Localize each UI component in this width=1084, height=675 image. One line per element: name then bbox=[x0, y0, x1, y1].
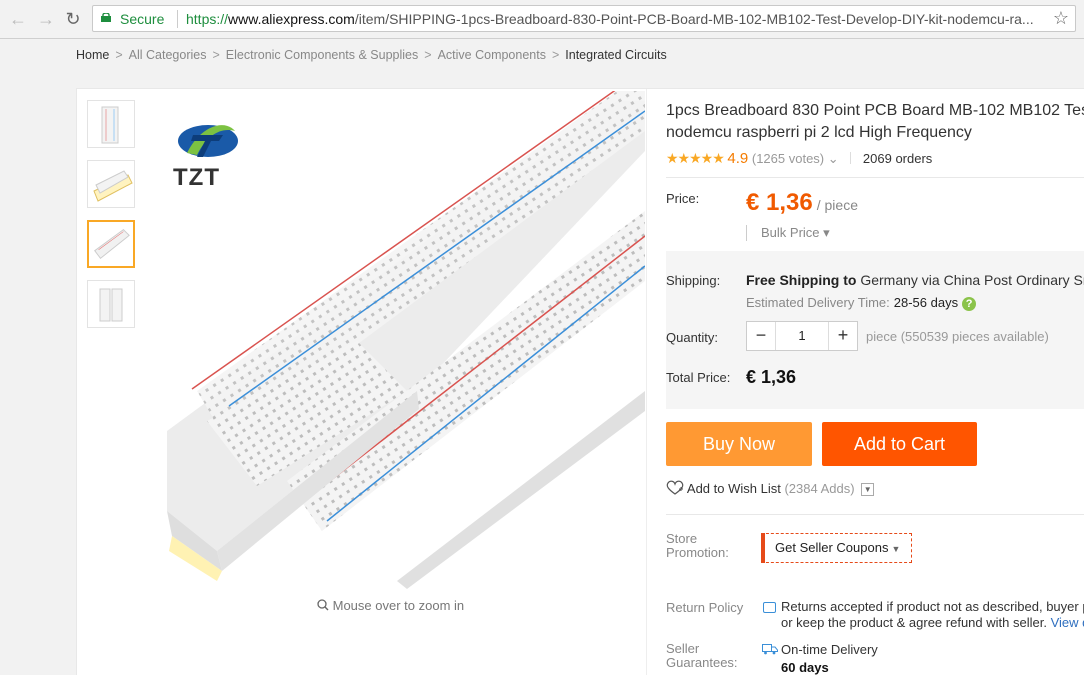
help-icon[interactable]: ? bbox=[962, 296, 977, 311]
product-info: 1pcs Breadboard 830 Point PCB Board MB-1… bbox=[666, 89, 1084, 675]
store-promotion-label: Store Promotion: bbox=[666, 531, 729, 560]
rating-row: ★★★★★ 4.9 (1265 votes) ⌄ 2069 orders bbox=[666, 150, 932, 167]
decrease-quantity-button[interactable]: − bbox=[747, 322, 775, 350]
breadboard-thumb-icon bbox=[101, 106, 119, 144]
total-price-value: € 1,36 bbox=[746, 367, 797, 387]
brand-text: TZT bbox=[173, 164, 220, 191]
truck-icon bbox=[762, 644, 778, 655]
panel-divider bbox=[646, 89, 647, 675]
breadcrumb-home[interactable]: Home bbox=[76, 48, 109, 62]
wish-list-count: (2384 Adds) bbox=[784, 481, 855, 496]
seller-guarantees: On-time Delivery 60 days bbox=[781, 641, 878, 675]
brand-logo: TZT bbox=[173, 121, 243, 192]
rating-divider bbox=[850, 152, 852, 164]
price-unit: / piece bbox=[816, 197, 858, 213]
guarantee-title: On-time Delivery bbox=[781, 642, 878, 657]
breadcrumb-all-categories[interactable]: All Categories bbox=[129, 48, 207, 62]
seller-guarantees-label: Seller Guarantees: bbox=[666, 641, 738, 670]
thumbnail-4[interactable] bbox=[87, 280, 135, 328]
product-title-line1: 1pcs Breadboard 830 Point PCB Board MB-1… bbox=[666, 102, 1084, 119]
breadboard-thumb-icon bbox=[99, 288, 123, 322]
product-title-line2: nodemcu raspberri pi 2 lcd High Frequenc… bbox=[666, 124, 972, 141]
secure-label: Secure bbox=[120, 11, 165, 27]
total-price-label: Total Price: bbox=[666, 370, 731, 385]
price-value: € 1,36/ piece bbox=[746, 189, 858, 216]
caret-down-icon: ▼ bbox=[891, 544, 901, 554]
product-title: 1pcs Breadboard 830 Point PCB Board MB-1… bbox=[666, 100, 1084, 144]
orders-count[interactable]: 2069 orders bbox=[863, 151, 932, 166]
thumbnail-1[interactable] bbox=[87, 100, 135, 148]
estimated-delivery: Estimated Delivery Time: 28-56 days? bbox=[746, 295, 977, 311]
wish-list[interactable]: Add to Wish List (2384 Adds) ▼ bbox=[666, 480, 875, 497]
tzt-logo-icon bbox=[178, 125, 238, 157]
breadcrumb-current[interactable]: Integrated Circuits bbox=[565, 48, 666, 62]
url-text[interactable]: https://www.aliexpress.com/item/SHIPPING… bbox=[177, 11, 1043, 27]
zoom-hint: Mouse over to zoom in bbox=[317, 598, 464, 613]
browser-toolbar: ← → ↻ Secure https://www.aliexpress.com/… bbox=[0, 0, 1084, 39]
increase-quantity-button[interactable]: + bbox=[829, 322, 857, 350]
shipping-destination: Germany via China Post Ordinary Small Pa… bbox=[860, 272, 1084, 288]
shipping-info[interactable]: Free Shipping to Germany via China Post … bbox=[746, 272, 1084, 288]
thumbnail-3[interactable] bbox=[87, 220, 135, 268]
magnifier-icon bbox=[317, 599, 329, 611]
votes-count[interactable]: (1265 votes) bbox=[752, 151, 824, 166]
reload-icon[interactable]: ↻ bbox=[63, 9, 83, 29]
url-path: /item/SHIPPING-1pcs-Breadboard-830-Point… bbox=[354, 11, 1034, 27]
lock-icon bbox=[101, 13, 111, 22]
delivery-days: 28-56 days bbox=[893, 295, 959, 310]
breadcrumb: Home > All Categories > Electronic Component… bbox=[76, 48, 667, 62]
breadcrumb-electronic-components[interactable]: Electronic Components & Supplies bbox=[226, 48, 418, 62]
rating-stars-icon: ★★★★★ bbox=[666, 150, 725, 166]
breadcrumb-active-components[interactable]: Active Components bbox=[438, 48, 546, 62]
back-arrow-icon[interactable]: ← bbox=[8, 9, 28, 29]
quantity-stepper: − 1 + bbox=[746, 321, 858, 351]
zoom-hint-text: Mouse over to zoom in bbox=[332, 598, 465, 613]
url-domain: www.aliexpress.com bbox=[228, 11, 355, 27]
main-product-image[interactable]: TZT bbox=[147, 91, 645, 589]
bulk-price-dropdown[interactable]: Bulk Price ▾ bbox=[746, 225, 830, 241]
return-policy-icon bbox=[763, 602, 776, 613]
guarantee-days: 60 days bbox=[781, 660, 829, 675]
return-policy-label: Return Policy bbox=[666, 600, 744, 615]
forward-arrow-icon[interactable]: → bbox=[36, 9, 56, 29]
buy-now-button[interactable]: Buy Now bbox=[666, 422, 812, 466]
return-policy-text: Returns accepted if product not as descr… bbox=[781, 599, 1084, 631]
breadboard-thumb-icon bbox=[94, 229, 130, 260]
rating-value[interactable]: 4.9 bbox=[727, 150, 748, 167]
divider bbox=[666, 177, 1084, 178]
divider bbox=[666, 514, 1084, 515]
url-scheme: https:// bbox=[186, 11, 229, 27]
available-quantity: piece (550539 pieces available) bbox=[866, 329, 1049, 344]
heart-icon bbox=[666, 480, 684, 495]
quantity-input[interactable]: 1 bbox=[775, 322, 829, 350]
address-bar[interactable]: Secure https://www.aliexpress.com/item/S… bbox=[92, 5, 1076, 32]
chevron-down-icon[interactable]: ⌄ bbox=[828, 151, 839, 166]
bookmark-star-icon[interactable]: ☆ bbox=[1053, 8, 1069, 29]
view-details-link[interactable]: View details bbox=[1051, 615, 1084, 630]
wish-list-label: Add to Wish List bbox=[686, 481, 781, 496]
breadboard-thumb-icon bbox=[93, 170, 133, 202]
shipping-label: Shipping: bbox=[666, 273, 721, 288]
quantity-label: Quantity: bbox=[666, 330, 719, 345]
price-label: Price: bbox=[666, 191, 700, 206]
chevron-down-icon[interactable]: ▼ bbox=[861, 483, 875, 497]
add-to-cart-button[interactable]: Add to Cart bbox=[822, 422, 977, 466]
free-shipping-text: Free Shipping to bbox=[746, 272, 857, 288]
thumbnail-2[interactable] bbox=[87, 160, 135, 208]
seller-coupons-dropdown[interactable]: Get Seller Coupons ▼ bbox=[761, 533, 912, 563]
product-panel: TZT Mouse over to zoom in 1pcs Breadboar… bbox=[76, 88, 1084, 675]
